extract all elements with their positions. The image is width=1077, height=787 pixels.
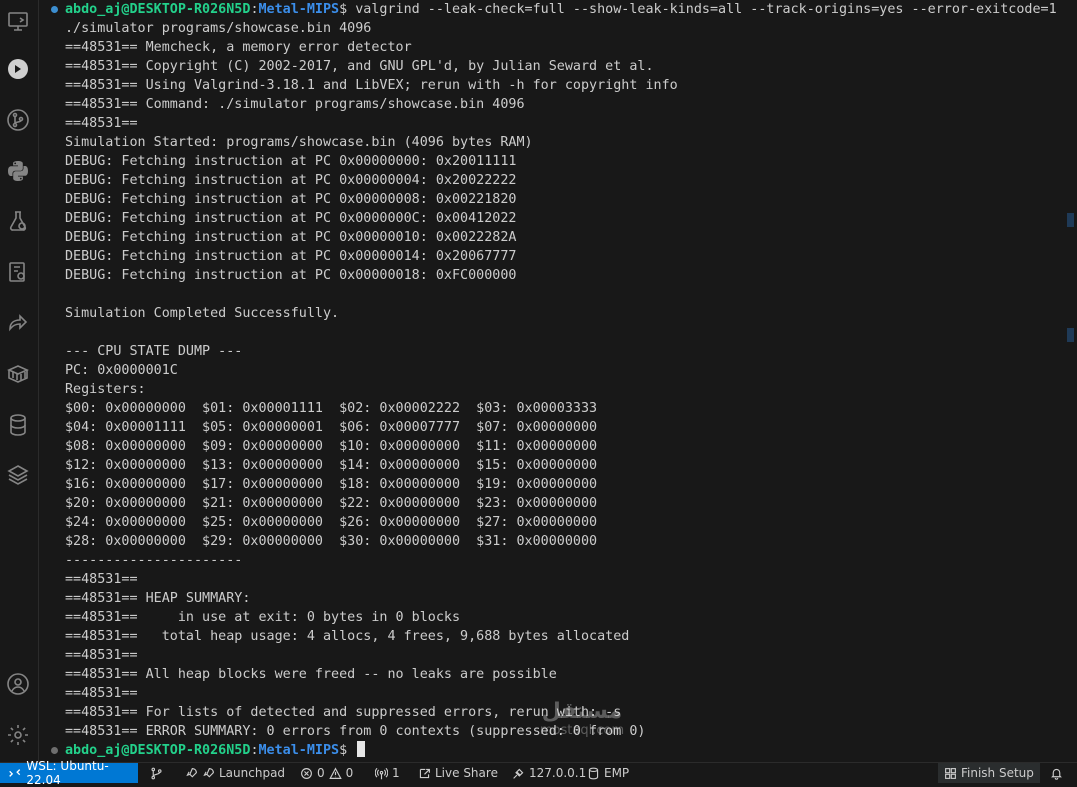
settings-gear-icon[interactable]	[5, 722, 31, 748]
plug-icon	[513, 768, 524, 779]
terminal-output-line: $08: 0x00000000 $09: 0x00000000 $10: 0x0…	[65, 439, 598, 454]
terminal-scrollbar[interactable]	[1064, 0, 1077, 762]
warnings-count: 0	[345, 766, 354, 780]
setup-icon	[945, 767, 956, 779]
launchpad-label: Launchpad	[219, 766, 286, 780]
containers-icon[interactable]	[5, 361, 31, 387]
terminal-output-line: $24: 0x00000000 $25: 0x00000000 $26: 0x0…	[65, 515, 598, 530]
terminal-output-line: ==48531==	[65, 686, 138, 701]
prompt-user: abdo_aj@DESKTOP-R026N5D	[65, 2, 251, 17]
terminal-cursor	[357, 741, 366, 757]
rocket-outline-icon	[203, 767, 214, 778]
terminal-output-line: ./simulator programs/showcase.bin 4096	[65, 21, 372, 36]
terminal-output-line: ==48531==	[65, 648, 138, 663]
scrollbar-marker	[1067, 328, 1074, 342]
terminal-output-line: PC: 0x0000001C	[65, 363, 178, 378]
git-branch-icon	[151, 767, 162, 779]
source-control-icon[interactable]	[5, 107, 31, 133]
terminal-output-line: $12: 0x00000000 $13: 0x00000000 $14: 0x0…	[65, 458, 598, 473]
command-text: valgrind --leak-check=full --show-leak-k…	[355, 2, 1057, 17]
prompt-colon: :	[250, 2, 259, 17]
prompt-user: abdo_aj@DESKTOP-R026N5D	[65, 743, 251, 758]
terminal-output-line: DEBUG: Fetching instruction at PC 0x0000…	[65, 173, 517, 188]
terminal-output-line: Simulation Started: programs/showcase.bi…	[65, 135, 533, 150]
terminal-output-line: DEBUG: Fetching instruction at PC 0x0000…	[65, 230, 517, 245]
database-icon[interactable]	[5, 412, 31, 438]
command-decoration-icon[interactable]	[51, 747, 58, 754]
terminal-output-line: $00: 0x00000000 $01: 0x00001111 $02: 0x0…	[65, 401, 598, 416]
terminal-output-line: $20: 0x00000000 $21: 0x00000000 $22: 0x0…	[65, 496, 598, 511]
terminal-output-line: ==48531== ERROR SUMMARY: 0 errors from 0…	[65, 724, 646, 739]
remote-explorer-icon[interactable]	[5, 8, 31, 34]
terminal-output-line: Registers:	[65, 382, 146, 397]
extensions-remote-icon[interactable]	[5, 259, 31, 285]
activity-bar	[0, 0, 39, 762]
live-share-label: Live Share	[435, 766, 498, 780]
database-icon	[588, 767, 599, 779]
terminal-output-line: ==48531== HEAP SUMMARY:	[65, 591, 251, 606]
emp-status[interactable]: EMP	[587, 763, 629, 783]
ports-count: 1	[392, 766, 400, 780]
live-share-icon	[419, 768, 430, 778]
terminal-output-line: $28: 0x00000000 $29: 0x00000000 $30: 0x0…	[65, 534, 598, 549]
prompt-dollar: $	[339, 2, 356, 17]
terminal-output-line: DEBUG: Fetching instruction at PC 0x0000…	[65, 154, 517, 169]
prompt-path: Metal-MIPS	[258, 743, 340, 758]
warning-icon	[328, 766, 342, 779]
finish-setup-button[interactable]: Finish Setup	[938, 763, 1040, 783]
remote-label: WSL: Ubuntu-22.04	[26, 759, 109, 787]
terminal-output-line: ==48531== For lists of detected and supp…	[65, 705, 622, 720]
terminal-prompt-line: abdo_aj@DESKTOP-R026N5D:Metal-MIPS$	[65, 741, 366, 760]
bell-icon	[1051, 768, 1062, 780]
terminal-output-line: ==48531== Copyright (C) 2002-2017, and G…	[65, 59, 654, 74]
terminal-output-line: ==48531== Using Valgrind-3.18.1 and LibV…	[65, 78, 678, 93]
broadcast-icon	[375, 767, 388, 779]
finish-setup-label: Finish Setup	[961, 766, 1034, 780]
terminal-output-line: Simulation Completed Successfully.	[65, 306, 340, 321]
run-debug-icon[interactable]	[5, 56, 31, 82]
test-icon[interactable]	[5, 208, 31, 234]
terminal-output-line: DEBUG: Fetching instruction at PC 0x0000…	[65, 211, 517, 226]
emp-label: EMP	[604, 766, 630, 780]
notifications-button[interactable]	[1050, 763, 1063, 783]
live-share-icon[interactable]	[5, 310, 31, 336]
prompt-dollar: $	[339, 743, 356, 758]
terminal-output-line: ----------------------	[65, 553, 243, 568]
prompt-path: Metal-MIPS	[258, 2, 340, 17]
status-bar: WSL: Ubuntu-22.04 Launchpad 0 0 1 Live S…	[0, 759, 1077, 787]
terminal-output-line: DEBUG: Fetching instruction at PC 0x0000…	[65, 249, 517, 264]
stack-icon[interactable]	[5, 462, 31, 488]
terminal-prompt-line: abdo_aj@DESKTOP-R026N5D:Metal-MIPS$ valg…	[65, 0, 1057, 19]
command-decoration-icon[interactable]	[51, 6, 58, 13]
host-status[interactable]: 127.0.0.1	[512, 763, 586, 783]
launchpad-status[interactable]: Launchpad	[185, 763, 285, 783]
terminal-output-line: DEBUG: Fetching instruction at PC 0x0000…	[65, 192, 517, 207]
terminal-output-line: --- CPU STATE DUMP ---	[65, 344, 243, 359]
terminal-output-line: ==48531== in use at exit: 0 bytes in 0 b…	[65, 610, 461, 625]
terminal-output-line: ==48531== total heap usage: 4 allocs, 4 …	[65, 629, 630, 644]
scrollbar-marker	[1067, 213, 1074, 227]
live-share-status[interactable]: Live Share	[418, 763, 498, 783]
account-icon[interactable]	[5, 671, 31, 697]
terminal-output-line: $04: 0x00001111 $05: 0x00000001 $06: 0x0…	[65, 420, 598, 435]
remote-indicator[interactable]: WSL: Ubuntu-22.04	[0, 759, 138, 787]
terminal-output-line: ==48531==	[65, 572, 138, 587]
host-label: 127.0.0.1	[529, 766, 587, 780]
error-icon	[301, 767, 312, 779]
terminal-output-line: $16: 0x00000000 $17: 0x00000000 $18: 0x0…	[65, 477, 598, 492]
problems-status[interactable]: 0 0	[300, 763, 353, 783]
terminal-output-line: DEBUG: Fetching instruction at PC 0x0000…	[65, 268, 517, 283]
python-icon[interactable]	[5, 158, 31, 184]
terminal-output-line: ==48531== All heap blocks were freed -- …	[65, 667, 557, 682]
errors-count: 0	[317, 766, 325, 780]
terminal-output-line: ==48531== Command: ./simulator programs/…	[65, 97, 525, 112]
remote-icon	[9, 769, 21, 777]
ports-status[interactable]: 1	[375, 763, 400, 783]
rocket-icon	[186, 767, 197, 778]
branch-status[interactable]	[150, 763, 163, 783]
terminal-output-line: ==48531== Memcheck, a memory error detec…	[65, 40, 412, 55]
prompt-colon: :	[250, 743, 259, 758]
terminal-panel[interactable]: abdo_aj@DESKTOP-R026N5D:Metal-MIPS$ valg…	[39, 0, 1064, 762]
terminal-output-line: ==48531==	[65, 116, 138, 131]
